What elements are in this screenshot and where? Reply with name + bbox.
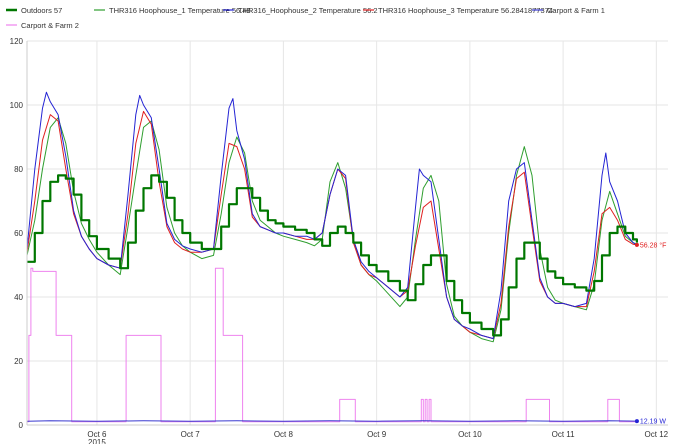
series-line-1[interactable] [26, 117, 638, 343]
end-label-0: 56.28 °F [640, 241, 667, 249]
series-line-3[interactable] [26, 110, 637, 340]
y-tick-label-4: 80 [14, 165, 23, 174]
end-labels: 56.28 °F 12.19 W [634, 241, 667, 426]
y-tick-label-1: 20 [14, 357, 23, 366]
x-tick-label-2: Oct 8 [274, 430, 294, 439]
legend-label-2[interactable]: THR316_Hoophouse_2 Temperature 56.2 [238, 6, 378, 15]
y-tick-label-5: 100 [10, 101, 24, 110]
axes: 020406080100120Oct 6 Oct 7 Oct 8 Oct 9 Oct 1… [10, 37, 669, 444]
chart-svg: Outdoors 57 THR316 Hoophouse_1 Temperatur… [6, 6, 669, 444]
x-tick-label-3: Oct 9 [367, 430, 387, 439]
series-line-0[interactable] [27, 174, 638, 337]
y-tick-label-2: 40 [14, 293, 23, 302]
x-tick-label-4: Oct 10 [458, 430, 482, 439]
y-tick-label-0: 0 [19, 421, 24, 430]
x-tick-label-5: Oct 11 [552, 430, 576, 439]
legend-label-0[interactable]: Outdoors 57 [21, 6, 62, 15]
y-tick-label-3: 60 [14, 229, 23, 238]
series-line-2[interactable] [26, 91, 638, 340]
y-tick-label-6: 120 [10, 37, 24, 46]
end-marker-0 [634, 242, 639, 247]
legend-label-4[interactable]: Carport & Farm 1 [547, 6, 605, 15]
legend-label-5[interactable]: Carport & Farm 2 [21, 21, 79, 30]
end-label-1: 12.19 W [640, 419, 666, 426]
legend-label-3[interactable]: THR316 Hoophouse_3 Temperature 56.284187… [378, 6, 553, 15]
legend: Outdoors 57 THR316 Hoophouse_1 Temperatur… [6, 6, 605, 30]
end-marker-1 [634, 419, 639, 424]
x-tick-label-1: Oct 7 [181, 430, 201, 439]
x-year-label: 2015 [88, 438, 106, 444]
series-layer [26, 91, 638, 423]
x-tick-label-6: Oct 12 [645, 430, 669, 439]
